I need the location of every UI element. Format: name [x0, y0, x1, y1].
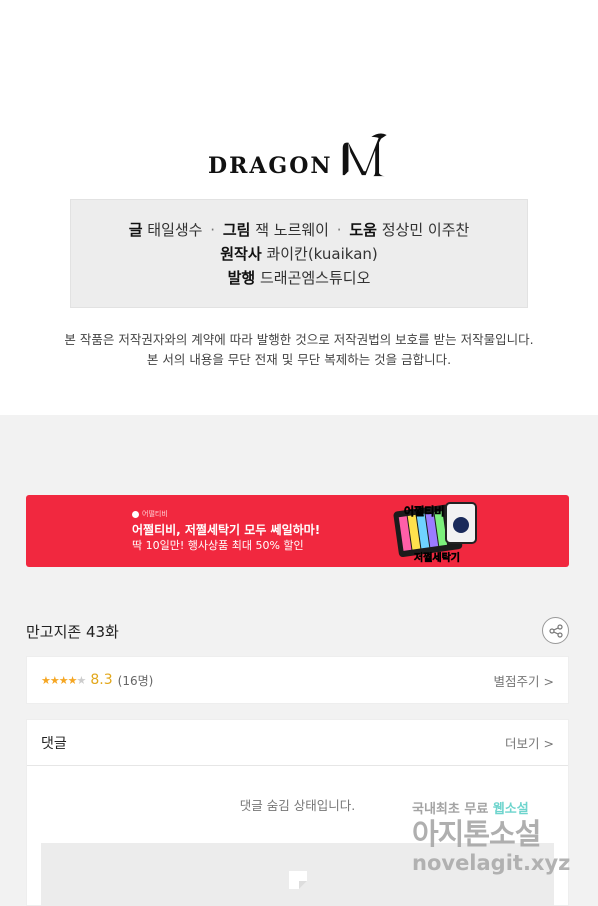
rating-count: (16명) — [117, 673, 154, 688]
original-label: 원작사 — [220, 245, 262, 263]
artist-name: 잭 노르웨이 — [255, 221, 329, 239]
credits-line-original: 원작사 콰이칸(kuaikan) — [220, 243, 378, 264]
credits-line-creators: 글 태일생수 · 그림 잭 노르웨이 · 도움 정상민 이주찬 — [129, 219, 470, 240]
separator: · — [210, 221, 216, 239]
star-icon: ★ — [49, 673, 60, 687]
star-icon: ★ — [67, 673, 78, 687]
brand-dot-icon — [132, 510, 139, 518]
rate-button[interactable]: 별점주기 > — [494, 671, 554, 690]
writer-name: 태일생수 — [147, 221, 203, 239]
star-empty-icon: ★ — [76, 673, 87, 687]
banner-product-art: 어쩔티비 저쩔세탁기 — [393, 502, 477, 564]
watermark-tagline-a: 국내최초 무료 — [412, 802, 493, 817]
comment-title: 댓글 — [41, 735, 67, 752]
rating-bar: ★★★★★ 8.3 (16명) 별점주기 > — [26, 656, 569, 704]
assistant-names: 정상민 이주찬 — [381, 221, 470, 239]
credits-line-publisher: 발행 드래곤엠스튜디오 — [228, 267, 371, 288]
artist-label: 그림 — [222, 221, 251, 239]
star-rating: ★★★★★ — [41, 673, 87, 687]
watermark-title: 아지톤소설 — [412, 817, 541, 851]
episode-title: 만고지존 43화 — [26, 623, 119, 641]
rating-score: 8.3 — [90, 672, 113, 688]
banner-subtitle: 딱 10일만! 행사상품 최대 50% 할인 — [132, 539, 304, 552]
share-button[interactable] — [542, 617, 569, 644]
publisher-name: 드래곤엠스튜디오 — [259, 269, 371, 287]
watermark-tagline-b: 웹소설 — [492, 802, 529, 817]
work-info-section: DRAGON 글 태일생수 · 그림 잭 노르웨이 · 도움 정상민 이주찬 원… — [0, 0, 598, 415]
share-icon — [548, 623, 563, 638]
writer-label: 글 — [128, 221, 143, 239]
publisher-label: 발행 — [227, 269, 256, 287]
banner-brand: 어떨티비 — [132, 509, 168, 519]
banner-art-bottom: 저쩔세탁기 — [414, 551, 460, 564]
star-icon: ★ — [41, 673, 51, 687]
banner-art-top: 어쩔티비 — [404, 504, 444, 518]
watermark-tagline: 국내최초 무료 웹소설 — [412, 798, 592, 817]
banner-brand-text: 어떨티비 — [142, 510, 168, 518]
copyright-notice: 본 작품은 저작권자와의 계약에 따라 발행한 것으로 저작권법의 보호를 받는… — [0, 330, 598, 370]
copyright-line-2: 본 서의 내용을 무단 전재 및 무단 복제하는 것을 금합니다. — [146, 352, 452, 367]
assistant-label: 도움 — [349, 221, 377, 239]
more-comments-button[interactable]: 더보기 > — [505, 733, 554, 752]
watermark-url: novelagit.xyz — [412, 851, 571, 875]
logo-m-glyph — [342, 133, 387, 177]
ad-banner[interactable]: 어떨티비 어쩔티비, 저쩔세탁기 모두 쎄일하마! 딱 10일만! 행사상품 최… — [26, 495, 569, 567]
original-name: 콰이칸(kuaikan) — [266, 245, 378, 263]
star-icon: ★ — [58, 673, 69, 687]
separator: · — [336, 221, 342, 239]
image-placeholder-icon — [289, 871, 307, 889]
comment-header: 댓글 더보기 > — [27, 720, 568, 766]
publisher-logo: DRAGON — [208, 132, 390, 180]
credits-box: 글 태일생수 · 그림 잭 노르웨이 · 도움 정상민 이주찬 원작사 콰이칸(… — [70, 199, 528, 308]
copyright-line-1: 본 작품은 저작권자와의 계약에 따라 발행한 것으로 저작권법의 보호를 받는… — [64, 332, 534, 347]
logo-text: DRAGON — [208, 153, 333, 179]
banner-title: 어쩔티비, 저쩔세탁기 모두 쎄일하마! — [132, 523, 321, 537]
site-watermark: 국내최초 무료 웹소설 아지톤소설 novelagit.xyz — [412, 798, 592, 888]
